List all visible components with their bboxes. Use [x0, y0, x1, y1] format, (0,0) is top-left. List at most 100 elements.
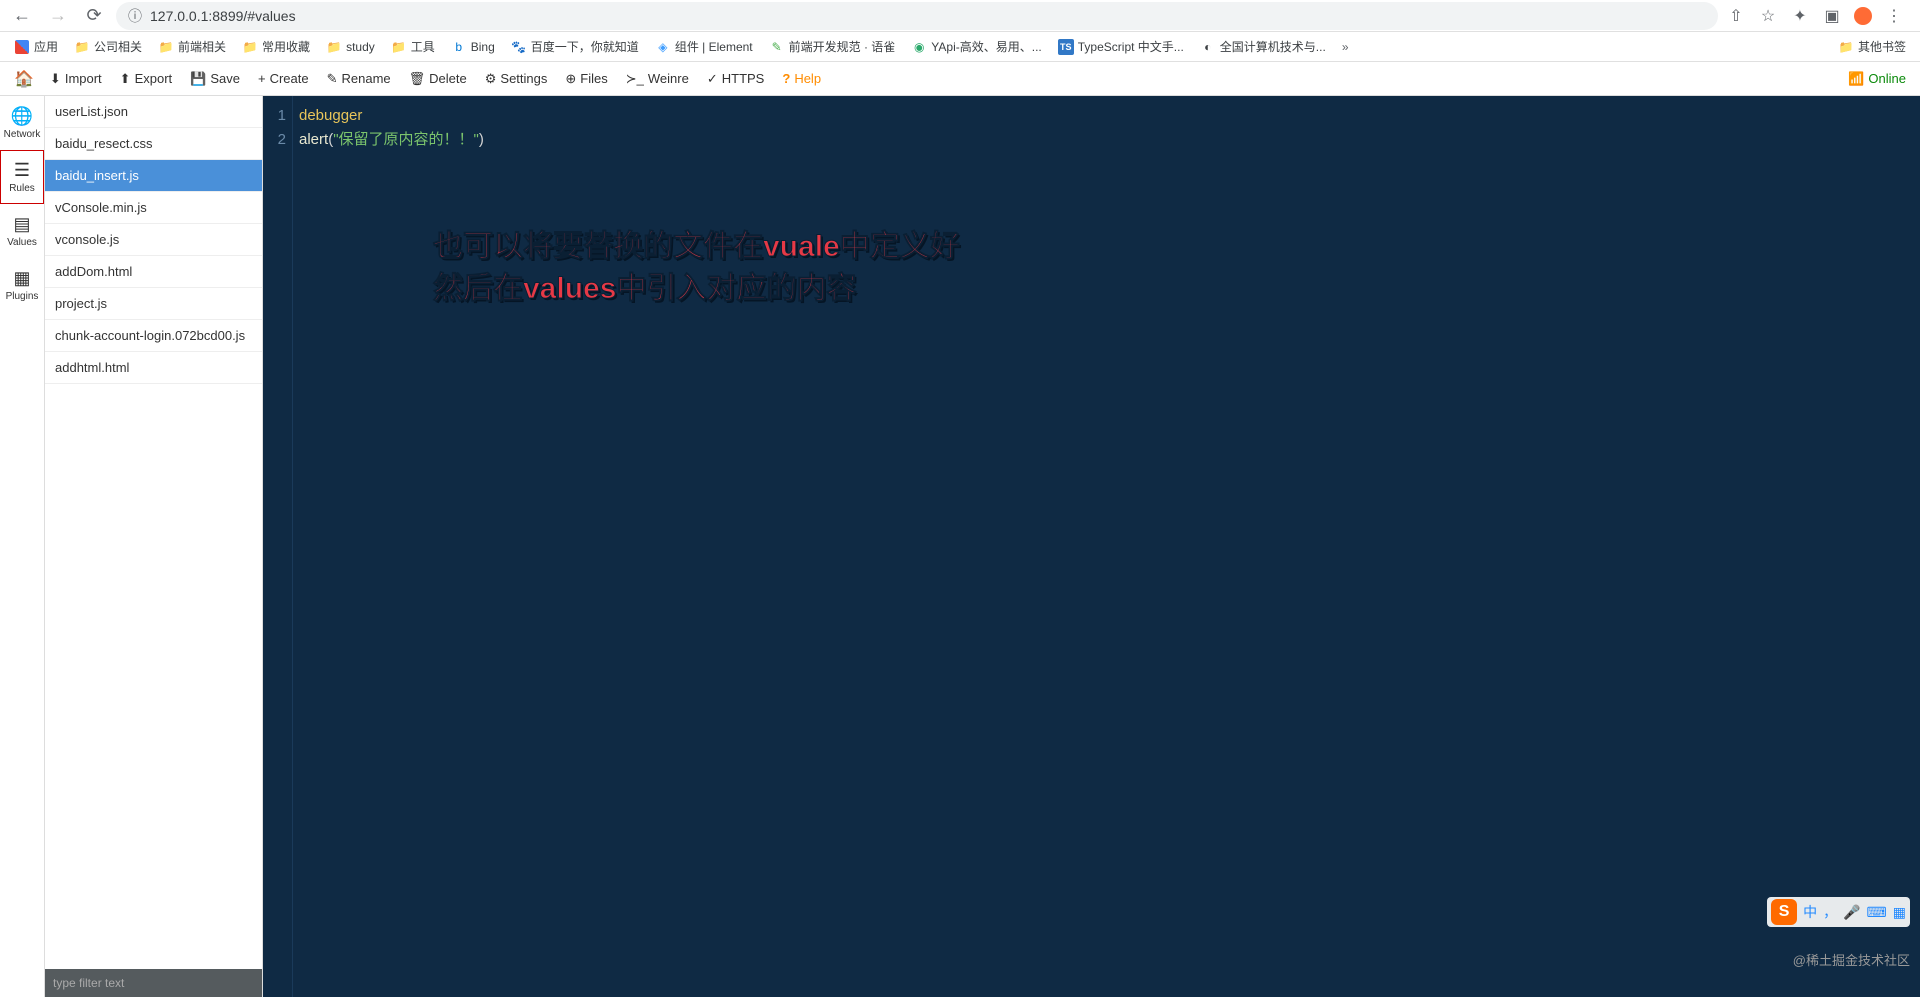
network-icon: 🌐	[11, 106, 33, 127]
bookmark-link[interactable]: ◐全国计算机技术与...	[1194, 35, 1332, 58]
apps-icon	[15, 40, 29, 54]
back-button[interactable]: ←	[8, 2, 36, 30]
save-icon: 💾	[190, 71, 206, 87]
exam-icon: ◐	[1200, 39, 1216, 55]
bookmark-folder[interactable]: 📁公司相关	[68, 35, 148, 58]
ime-logo-icon: S	[1771, 899, 1797, 925]
menu-icon[interactable]: ⋮	[1884, 6, 1904, 26]
ime-grid-icon[interactable]: ▦	[1893, 904, 1906, 921]
file-item[interactable]: baidu_insert.js	[45, 160, 262, 192]
app-toolbar: 🏠 ⬇Import ⬆Export 💾Save +Create ✎Rename …	[0, 62, 1920, 96]
save-button[interactable]: 💾Save	[182, 67, 248, 91]
delete-button[interactable]: 🗑Delete	[401, 67, 475, 91]
home-button[interactable]: 🏠	[8, 65, 40, 93]
export-icon: ⬆	[120, 71, 131, 87]
element-icon: ◈	[655, 39, 671, 55]
online-status[interactable]: 📶Online	[1848, 71, 1912, 87]
file-item[interactable]: project.js	[45, 288, 262, 320]
rename-button[interactable]: ✎Rename	[319, 67, 399, 91]
share-icon[interactable]: ⇧	[1726, 6, 1746, 26]
filter-box	[45, 969, 262, 997]
files-icon: ⊕	[565, 71, 576, 87]
other-bookmarks[interactable]: 📁其他书签	[1832, 35, 1912, 58]
ime-keyboard-icon[interactable]: ⌨	[1867, 904, 1887, 921]
ime-lang[interactable]: 中	[1803, 902, 1817, 922]
line-gutter: 12	[263, 96, 293, 997]
folder-icon: 📁	[391, 39, 407, 55]
profile-icon[interactable]	[1854, 7, 1872, 25]
ime-mic-icon[interactable]: 🎤	[1843, 904, 1860, 921]
folder-icon: 📁	[326, 39, 342, 55]
files-button[interactable]: ⊕Files	[557, 67, 615, 91]
url-text: 127.0.0.1:8899/#values	[150, 8, 296, 24]
annotation-overlay: 也可以将要替换的文件在vuale中定义好 然后在values中引入对应的内容	[433, 226, 960, 310]
file-item[interactable]: addhtml.html	[45, 352, 262, 384]
site-info-icon[interactable]: ⓘ	[128, 6, 142, 26]
https-button[interactable]: ✓HTTPS	[699, 67, 773, 91]
bookmark-folder[interactable]: 📁前端相关	[152, 35, 232, 58]
bookmark-link[interactable]: ◈组件 | Element	[649, 35, 759, 58]
signal-icon: 📶	[1848, 71, 1864, 87]
bookmark-folder[interactable]: 📁常用收藏	[236, 35, 316, 58]
tab-network[interactable]: 🌐Network	[0, 96, 44, 150]
code-editor[interactable]: 12 debugger alert("保留了原内容的！！") 也可以将要替换的文…	[263, 96, 1920, 997]
bookmark-link[interactable]: TSTypeScript 中文手...	[1052, 35, 1190, 58]
check-icon: ✓	[707, 71, 718, 87]
file-item[interactable]: vConsole.min.js	[45, 192, 262, 224]
tab-rules[interactable]: ☰Rules	[0, 150, 44, 204]
tab-plugins[interactable]: ▦Plugins	[0, 258, 44, 312]
bookmark-link[interactable]: ✎前端开发规范 · 语雀	[763, 35, 902, 58]
code-content[interactable]: debugger alert("保留了原内容的！！") 也可以将要替换的文件在v…	[293, 96, 1920, 997]
file-item[interactable]: vconsole.js	[45, 224, 262, 256]
main-area: 🌐Network ☰Rules ▤Values ▦Plugins userLis…	[0, 96, 1920, 997]
bookmark-bar: 应用 📁公司相关 📁前端相关 📁常用收藏 📁study 📁工具 bBing 🐾百…	[0, 32, 1920, 62]
gear-icon: ⚙	[485, 71, 497, 87]
panel-icon[interactable]: ▣	[1822, 6, 1842, 26]
plugins-icon: ▦	[13, 268, 30, 289]
watermark: @稀土掘金技术社区	[1793, 950, 1910, 969]
url-bar[interactable]: ⓘ 127.0.0.1:8899/#values	[116, 2, 1718, 30]
ime-toolbar[interactable]: S 中 ， 🎤 ⌨ ▦	[1767, 897, 1910, 927]
help-icon: ?	[782, 71, 790, 86]
terminal-icon: ≻_	[626, 71, 644, 87]
import-button[interactable]: ⬇Import	[42, 67, 110, 91]
file-items: userList.json baidu_resect.css baidu_ins…	[45, 96, 262, 969]
extensions-icon[interactable]: ✦	[1790, 6, 1810, 26]
rules-icon: ☰	[14, 160, 30, 181]
folder-icon: 📁	[1838, 39, 1854, 55]
settings-button[interactable]: ⚙Settings	[477, 67, 556, 91]
bookmark-link[interactable]: 🐾百度一下，你就知道	[505, 35, 645, 58]
folder-icon: 📁	[158, 39, 174, 55]
help-button[interactable]: ?Help	[774, 67, 829, 90]
star-icon[interactable]: ☆	[1758, 6, 1778, 26]
bookmark-folder[interactable]: 📁工具	[385, 35, 441, 58]
code-fn: alert	[299, 131, 328, 148]
bookmark-link[interactable]: bBing	[445, 36, 501, 58]
apps-shortcut[interactable]: 应用	[8, 35, 64, 58]
folder-icon: 📁	[74, 39, 90, 55]
typescript-icon: TS	[1058, 39, 1074, 55]
bing-icon: b	[451, 39, 467, 55]
file-list-panel: userList.json baidu_resect.css baidu_ins…	[45, 96, 263, 997]
icon-sidebar: 🌐Network ☰Rules ▤Values ▦Plugins	[0, 96, 45, 997]
tab-values[interactable]: ▤Values	[0, 204, 44, 258]
weinre-button[interactable]: ≻_Weinre	[618, 67, 697, 91]
forward-button[interactable]: →	[44, 2, 72, 30]
file-item[interactable]: userList.json	[45, 96, 262, 128]
bookmark-overflow[interactable]: »	[1336, 40, 1355, 54]
baidu-icon: 🐾	[511, 39, 527, 55]
ime-punct-icon[interactable]: ，	[1823, 902, 1837, 922]
file-item[interactable]: chunk-account-login.072bcd00.js	[45, 320, 262, 352]
export-button[interactable]: ⬆Export	[112, 67, 180, 91]
reload-button[interactable]: ⟳	[80, 2, 108, 30]
bookmark-link[interactable]: ◉YApi-高效、易用、...	[905, 35, 1047, 58]
filter-input[interactable]	[45, 969, 262, 997]
folder-icon: 📁	[242, 39, 258, 55]
plus-icon: +	[258, 71, 266, 86]
browser-chrome: ← → ⟳ ⓘ 127.0.0.1:8899/#values ⇧ ☆ ✦ ▣ ⋮	[0, 0, 1920, 32]
code-string: "保留了原内容的！！"	[333, 131, 479, 148]
file-item[interactable]: baidu_resect.css	[45, 128, 262, 160]
create-button[interactable]: +Create	[250, 67, 317, 90]
file-item[interactable]: addDom.html	[45, 256, 262, 288]
bookmark-folder[interactable]: 📁study	[320, 36, 381, 58]
